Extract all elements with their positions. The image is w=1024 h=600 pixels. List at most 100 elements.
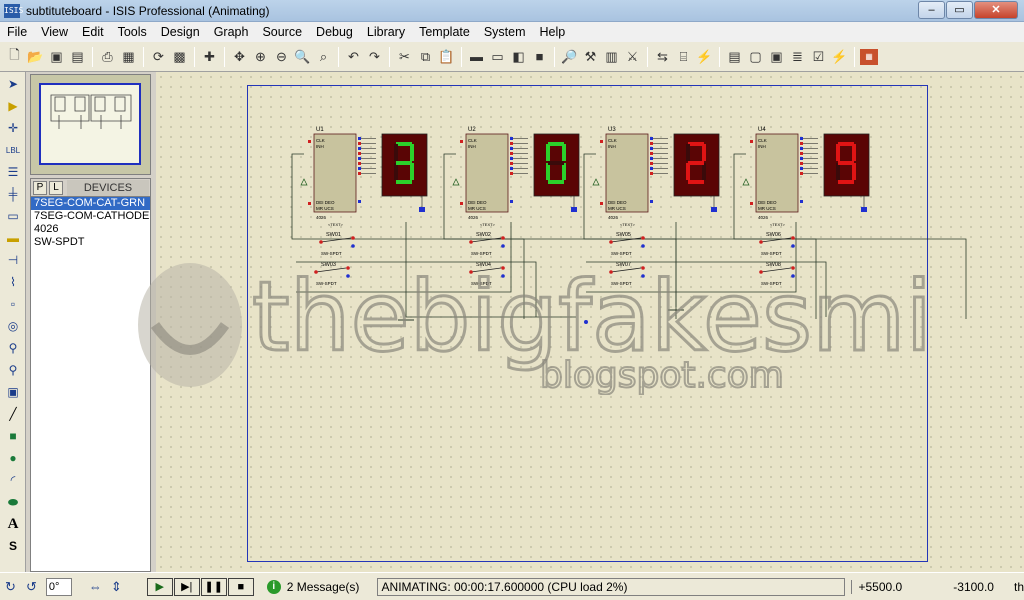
terminal-icon[interactable]: ▬ <box>2 228 24 248</box>
refresh-icon[interactable]: ⟳ <box>149 47 168 67</box>
rotate-clockwise-icon[interactable]: ↻ <box>1 577 20 597</box>
mirror-vertical-icon[interactable]: ⇕ <box>107 577 126 597</box>
copy-icon[interactable]: ⧉ <box>416 47 435 67</box>
undo-icon[interactable]: ↶ <box>344 47 363 67</box>
netlist-icon[interactable]: ⚡ <box>830 47 849 67</box>
menu-debug[interactable]: Debug <box>309 25 360 39</box>
circle-icon[interactable]: ● <box>2 448 24 468</box>
property-tool-icon[interactable]: ⚡ <box>695 47 714 67</box>
ic-tag: <TEXT> <box>620 222 636 227</box>
box-icon[interactable]: ■ <box>2 426 24 446</box>
new-file-icon[interactable]: 🗋 <box>5 47 24 67</box>
bill-of-materials-icon[interactable]: ≣ <box>788 47 807 67</box>
devices-panel: P L DEVICES 7SEG-COM-CAT-GRN 7SEG-COM-CA… <box>30 178 151 572</box>
overview-sheet <box>39 83 141 165</box>
wire-label-icon[interactable]: LBL <box>2 140 24 160</box>
ground-icon <box>419 207 425 212</box>
zoom-out-icon[interactable]: ⊖ <box>272 47 291 67</box>
arc-icon[interactable]: ◜ <box>2 470 24 490</box>
menu-design[interactable]: Design <box>154 25 207 39</box>
menu-view[interactable]: View <box>34 25 75 39</box>
decompose-icon[interactable]: ⚔ <box>623 47 642 67</box>
exit-sheet-icon[interactable]: ▣ <box>767 47 786 67</box>
packaging-icon[interactable]: ▥ <box>602 47 621 67</box>
block-rotate-icon[interactable]: ◧ <box>509 47 528 67</box>
ic-tag: <TEXT> <box>770 222 786 227</box>
graph-icon[interactable]: ⌇ <box>2 272 24 292</box>
pick-device-icon[interactable]: 🔎 <box>560 47 579 67</box>
info-icon[interactable]: i <box>266 579 281 594</box>
device-item[interactable]: 7SEG-COM-CATHODE <box>31 210 150 223</box>
search-tag-icon[interactable]: ⌸ <box>674 47 693 67</box>
menu-tools[interactable]: Tools <box>111 25 154 39</box>
library-manager-button[interactable]: L <box>49 180 63 195</box>
overview-window[interactable] <box>30 74 151 175</box>
switch-part: SW-SPDT <box>761 251 782 256</box>
select-mode-icon[interactable]: ➤ <box>2 74 24 94</box>
grid-toggle-icon[interactable]: ▩ <box>170 47 189 67</box>
play-button[interactable]: ▶ <box>146 577 173 596</box>
make-device-icon[interactable]: ⚒ <box>581 47 600 67</box>
wire-autorouter-icon[interactable]: ⇆ <box>653 47 672 67</box>
origin-icon[interactable]: ✚ <box>200 47 219 67</box>
rotate-anticlockwise-icon[interactable]: ↺ <box>22 577 41 597</box>
cut-icon[interactable]: ✂ <box>395 47 414 67</box>
close-button[interactable]: ✕ <box>974 1 1018 19</box>
zoom-area-icon[interactable]: ⌕ <box>314 47 333 67</box>
device-item[interactable]: 7SEG-COM-CAT-GRN <box>31 197 150 210</box>
text-script-icon[interactable]: ☰ <box>2 162 24 182</box>
block-copy-icon[interactable]: ▬ <box>467 47 486 67</box>
zoom-all-icon[interactable]: 🔍 <box>293 47 312 67</box>
generator-icon[interactable]: ◎ <box>2 316 24 336</box>
maximize-button[interactable]: ▭ <box>946 1 973 19</box>
ares-icon[interactable]: ▦ <box>860 48 878 65</box>
menu-graph[interactable]: Graph <box>207 25 256 39</box>
open-folder-icon[interactable]: 📂 <box>26 47 45 67</box>
menu-edit[interactable]: Edit <box>75 25 111 39</box>
block-move-icon[interactable]: ▭ <box>488 47 507 67</box>
print-icon[interactable]: ⎙ <box>98 47 117 67</box>
menu-file[interactable]: File <box>0 25 34 39</box>
path-icon[interactable]: ⬬ <box>2 492 24 512</box>
menu-library[interactable]: Library <box>360 25 412 39</box>
new-sheet-icon[interactable]: ▤ <box>725 47 744 67</box>
device-item[interactable]: SW-SPDT <box>31 236 150 249</box>
voltage-probe-icon[interactable]: ⚲ <box>2 338 24 358</box>
mirror-horizontal-icon[interactable]: ⇔ <box>86 577 105 597</box>
junction-icon[interactable]: ✛ <box>2 118 24 138</box>
device-pin-icon[interactable]: ⊣ <box>2 250 24 270</box>
print-area-icon[interactable]: ▦ <box>119 47 138 67</box>
text-icon[interactable]: A <box>2 514 24 534</box>
menu-help[interactable]: Help <box>533 25 573 39</box>
device-item[interactable]: 4026 <box>31 223 150 236</box>
save-icon[interactable]: ▣ <box>47 47 66 67</box>
block-delete-icon[interactable]: ■ <box>530 47 549 67</box>
pick-devices-button[interactable]: P <box>33 180 47 195</box>
remove-sheet-icon[interactable]: ▢ <box>746 47 765 67</box>
paste-icon[interactable]: 📋 <box>437 47 456 67</box>
redo-icon[interactable]: ↷ <box>365 47 384 67</box>
symbol-icon[interactable]: S <box>2 536 24 556</box>
virtual-instrument-icon[interactable]: ▣ <box>2 382 24 402</box>
tape-recorder-icon[interactable]: ▫ <box>2 294 24 314</box>
import-icon[interactable]: ▤ <box>68 47 87 67</box>
pause-button[interactable]: ❚❚ <box>200 577 227 596</box>
bus-icon[interactable]: ╪ <box>2 184 24 204</box>
component-mode-icon[interactable]: ▶ <box>2 96 24 116</box>
schematic-canvas[interactable]: U1 CLK INH DEI DEO MR UCS 4026 <TEXT> U2 CLK INH D… <box>156 72 1024 572</box>
menu-source[interactable]: Source <box>255 25 309 39</box>
step-button[interactable]: ▶| <box>173 577 200 596</box>
erc-report-icon[interactable]: ☑ <box>809 47 828 67</box>
menu-system[interactable]: System <box>477 25 533 39</box>
pan-icon[interactable]: ✥ <box>230 47 249 67</box>
messages-count[interactable]: 2 Message(s) <box>287 580 367 594</box>
subcircuit-icon[interactable]: ▭ <box>2 206 24 226</box>
line-icon[interactable]: ╱ <box>2 404 24 424</box>
stop-button[interactable]: ■ <box>227 577 254 596</box>
current-probe-icon[interactable]: ⚲ <box>2 360 24 380</box>
rotation-field[interactable]: 0° <box>45 577 72 596</box>
pin-marker <box>650 200 653 203</box>
zoom-in-icon[interactable]: ⊕ <box>251 47 270 67</box>
minimize-button[interactable]: – <box>918 1 945 19</box>
menu-template[interactable]: Template <box>412 25 477 39</box>
